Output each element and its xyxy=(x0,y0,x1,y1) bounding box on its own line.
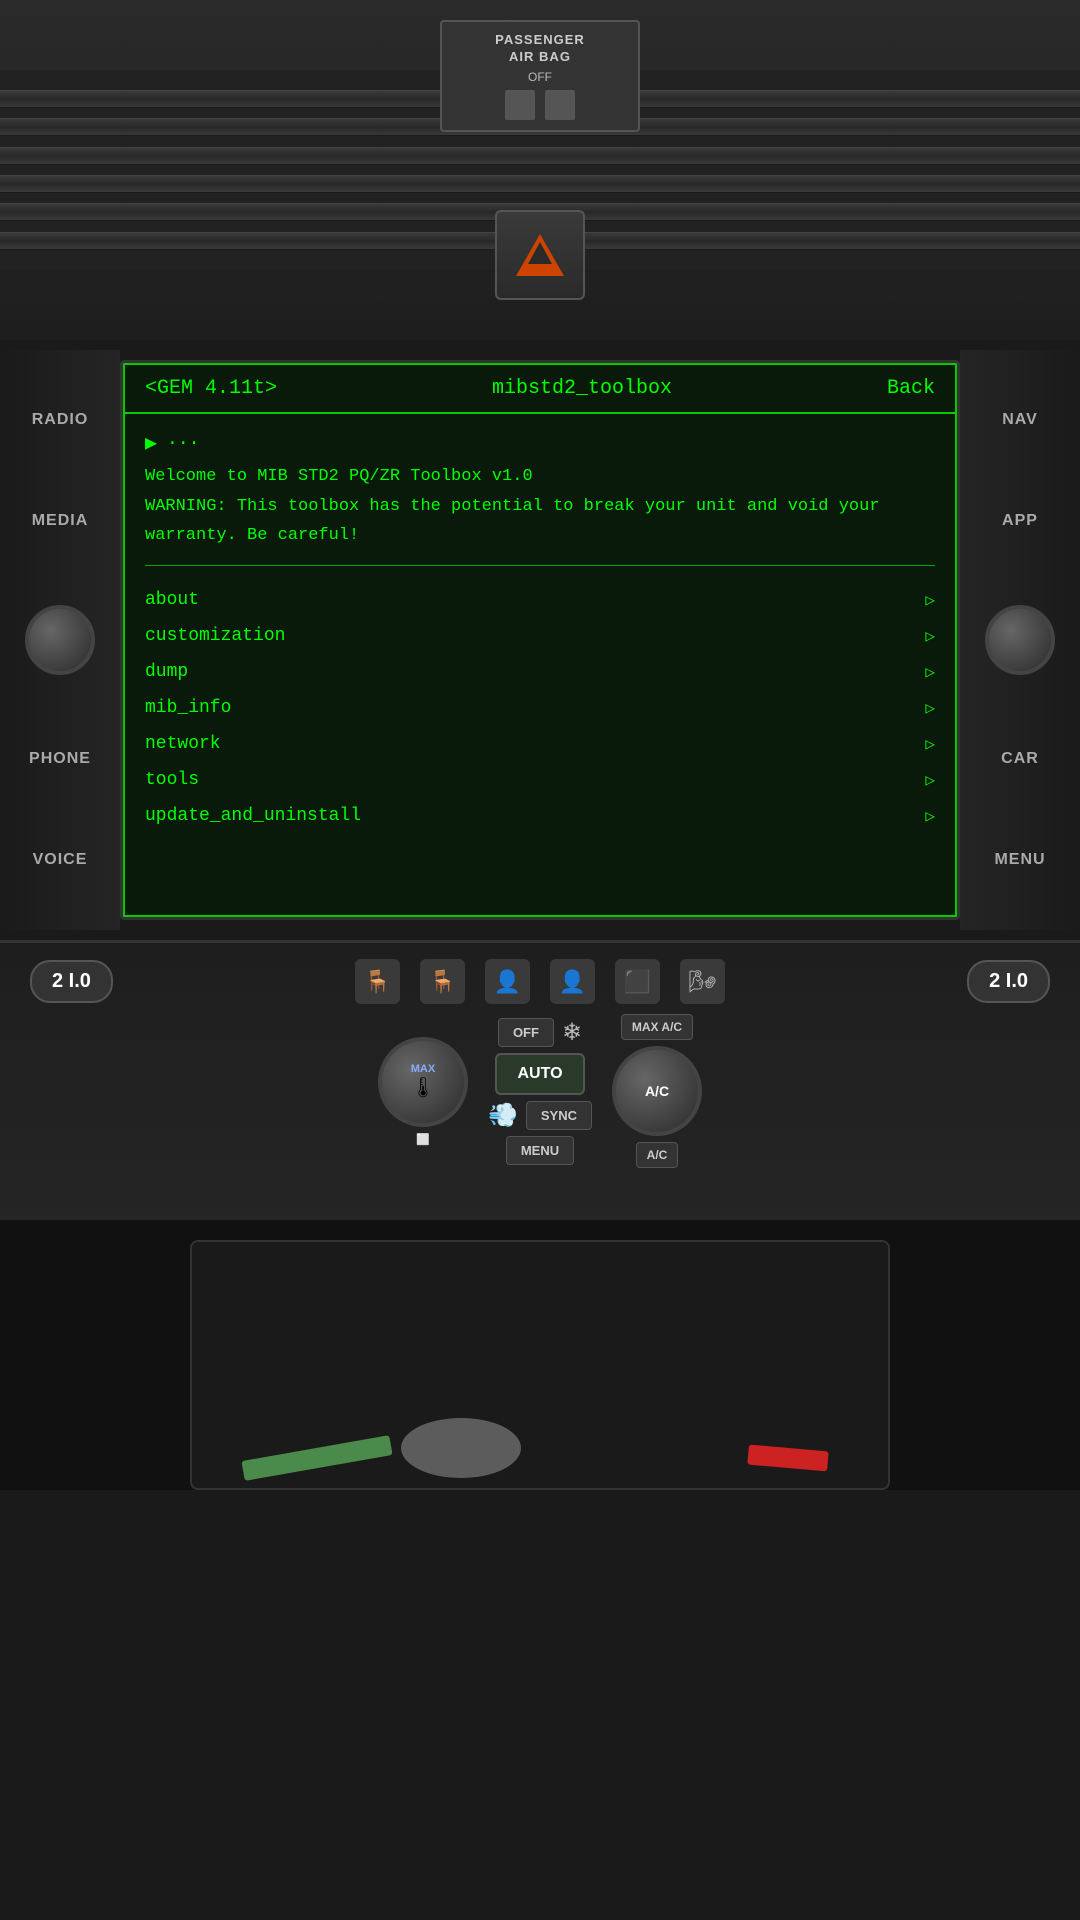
menu-button[interactable]: MENU xyxy=(970,843,1070,877)
warning-message-2: warranty. Be careful! xyxy=(145,523,935,549)
terminal-header: <GEM 4.11t> mibstd2_toolbox Back xyxy=(123,363,957,414)
menu-item-mib-info-label: mib_info xyxy=(145,698,231,718)
prompt-dots: ... xyxy=(167,430,199,450)
car-button[interactable]: CAR xyxy=(970,742,1070,776)
air-distribution-icon: 💨 xyxy=(488,1101,518,1130)
menu-item-mib-info-arrow: ▷ xyxy=(925,698,935,718)
sync-button[interactable]: SYNC xyxy=(526,1101,592,1130)
rear-seat-icon[interactable]: 👤 xyxy=(485,959,530,1004)
fan-icon: ❄ xyxy=(562,1018,582,1047)
ac-knob-label: A/C xyxy=(645,1083,669,1099)
app-button[interactable]: APP xyxy=(970,504,1070,538)
menu-item-network-arrow: ▷ xyxy=(925,734,935,754)
menu-item-network[interactable]: network ▷ xyxy=(145,726,935,762)
terminal-content: ▶ ... Welcome to MIB STD2 PQ/ZR Toolbox … xyxy=(123,414,957,917)
ac-button[interactable]: A/C xyxy=(636,1142,679,1168)
terminal-title-gem: <GEM 4.11t> xyxy=(145,377,277,400)
terminal-frame: <GEM 4.11t> mibstd2_toolbox Back ▶ ... W… xyxy=(123,363,957,917)
left-temp-knob[interactable]: MAX 🌡 xyxy=(378,1037,468,1127)
red-item xyxy=(747,1445,828,1472)
separator xyxy=(145,565,935,566)
airbag-label: PASSENGERAIR BAG xyxy=(452,32,628,66)
terminal-prompt-line: ▶ ... xyxy=(145,430,935,456)
menu-item-customization-label: customization xyxy=(145,626,285,646)
menu-item-update-arrow: ▷ xyxy=(925,806,935,826)
hazard-button[interactable] xyxy=(495,210,585,300)
climate-center-controls: OFF ❄ AUTO 💨 SYNC MENU xyxy=(488,1018,592,1165)
welcome-message: Welcome to MIB STD2 PQ/ZR Toolbox v1.0 xyxy=(145,464,935,490)
media-button[interactable]: MEDIA xyxy=(10,504,110,538)
infotainment-unit: RADIO MEDIA PHONE VOICE <GEM 4.11t> mibs… xyxy=(0,340,1080,940)
off-fan-row: OFF ❄ xyxy=(498,1018,582,1047)
climate-icons-row: 🪑 🪑 👤 👤 ⬛ 🌬 xyxy=(355,959,725,1004)
airbag-icon-2 xyxy=(545,90,575,120)
infotainment-screen: <GEM 4.11t> mibstd2_toolbox Back ▶ ... W… xyxy=(120,360,960,920)
fan2-sync-row: 💨 SYNC xyxy=(488,1101,592,1130)
seat-heat-driver-icon[interactable]: 🪑 xyxy=(355,959,400,1004)
menu-item-about-label: about xyxy=(145,590,199,610)
radio-button[interactable]: RADIO xyxy=(10,403,110,437)
dashboard-top: PASSENGERAIR BAG OFF xyxy=(0,0,1080,340)
max-ac-button[interactable]: MAX A/C xyxy=(621,1014,693,1040)
menu-item-update[interactable]: update_and_uninstall ▷ xyxy=(145,798,935,834)
seat-heat-passenger-icon[interactable]: 🪑 xyxy=(420,959,465,1004)
menu-item-mib-info[interactable]: mib_info ▷ xyxy=(145,690,935,726)
phone-button[interactable]: PHONE xyxy=(10,742,110,776)
storage-compartment xyxy=(190,1240,890,1490)
menu-item-tools-arrow: ▷ xyxy=(925,770,935,790)
defrost-icon-label: ⬜ xyxy=(416,1133,430,1146)
right-ac-knob[interactable]: A/C xyxy=(612,1046,702,1136)
temp-display-left: 2 I.0 xyxy=(30,960,113,1003)
nav-button[interactable]: NAV xyxy=(970,403,1070,437)
back-button[interactable]: Back xyxy=(887,377,935,400)
climate-control: 2 I.0 🪑 🪑 👤 👤 ⬛ 🌬 2 I.0 MAX 🌡 ⬜ xyxy=(0,940,1080,1220)
left-climate-knob-area: MAX 🌡 ⬜ xyxy=(378,1037,468,1146)
left-knob[interactable] xyxy=(25,605,95,675)
menu-item-dump-label: dump xyxy=(145,662,188,682)
menu-item-dump-arrow: ▷ xyxy=(925,662,935,682)
airbag-icons-row xyxy=(452,90,628,120)
menu-item-dump[interactable]: dump ▷ xyxy=(145,654,935,690)
right-climate-knob-area: MAX A/C A/C A/C xyxy=(612,1014,702,1168)
rear-seat-2-icon[interactable]: 👤 xyxy=(550,959,595,1004)
menu-item-tools-label: tools xyxy=(145,770,199,790)
vent-slat-4 xyxy=(0,175,1080,193)
vent-slat-3 xyxy=(0,147,1080,165)
heat-icon: 🌡 xyxy=(410,1075,435,1100)
window-icon[interactable]: ⬛ xyxy=(615,959,660,1004)
menu-item-network-label: network xyxy=(145,734,221,754)
airbag-panel: PASSENGERAIR BAG OFF xyxy=(440,20,640,132)
menu-item-about[interactable]: about ▷ xyxy=(145,582,935,618)
right-side-buttons: NAV APP CAR MENU xyxy=(960,350,1080,930)
menu-climate-button[interactable]: MENU xyxy=(506,1136,574,1165)
hazard-triangle-icon xyxy=(516,234,564,276)
screen-content: <GEM 4.11t> mibstd2_toolbox Back ▶ ... W… xyxy=(123,363,957,917)
airbag-status: OFF xyxy=(452,70,628,84)
off-button[interactable]: OFF xyxy=(498,1018,554,1047)
menu-item-tools[interactable]: tools ▷ xyxy=(145,762,935,798)
menu-item-customization[interactable]: customization ▷ xyxy=(145,618,935,654)
airbag-icon-1 xyxy=(505,90,535,120)
menu-item-customization-arrow: ▷ xyxy=(925,626,935,646)
climate-knobs-row: MAX 🌡 ⬜ OFF ❄ AUTO 💨 SYNC MENU MAX A/C A… xyxy=(20,1014,1060,1168)
temp-display-right: 2 I.0 xyxy=(967,960,1050,1003)
prompt-arrow-icon: ▶ xyxy=(145,430,157,456)
keys-item xyxy=(401,1418,521,1478)
terminal-title-toolbox: mibstd2_toolbox xyxy=(492,377,672,400)
menu-item-about-arrow: ▷ xyxy=(925,590,935,610)
menu-item-update-label: update_and_uninstall xyxy=(145,806,361,826)
left-side-buttons: RADIO MEDIA PHONE VOICE xyxy=(0,350,120,930)
voice-button[interactable]: VOICE xyxy=(10,843,110,877)
green-strap xyxy=(241,1435,392,1481)
center-console xyxy=(0,1220,1080,1490)
right-knob[interactable] xyxy=(985,605,1055,675)
climate-top-row: 2 I.0 🪑 🪑 👤 👤 ⬛ 🌬 2 I.0 xyxy=(20,959,1060,1004)
warning-message-1: WARNING: This toolbox has the potential … xyxy=(145,494,935,520)
max-heat-label: MAX xyxy=(410,1063,435,1075)
ventilation-icon[interactable]: 🌬 xyxy=(680,959,725,1004)
left-knob-labels: MAX 🌡 xyxy=(410,1063,435,1100)
auto-button[interactable]: AUTO xyxy=(495,1053,584,1095)
